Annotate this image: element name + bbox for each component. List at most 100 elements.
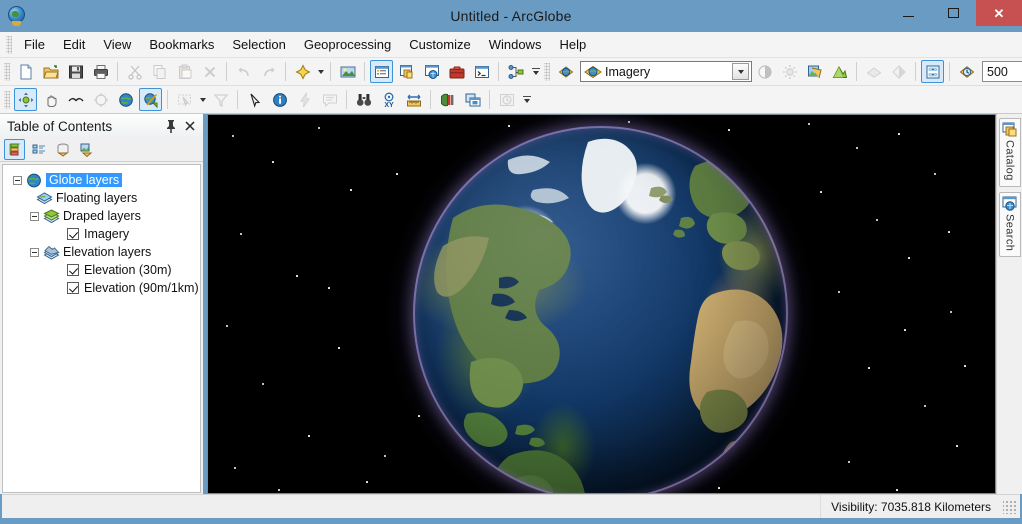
delete-button[interactable] (198, 60, 221, 83)
swipe-button[interactable] (436, 88, 459, 111)
standard-toolbar-grip[interactable] (4, 62, 10, 81)
tree-item-elevation-layers[interactable]: Elevation layers (3, 243, 200, 261)
draped-layer-button[interactable] (803, 60, 826, 83)
brightness-button[interactable] (778, 60, 801, 83)
layer-properties-button[interactable] (921, 60, 944, 83)
tree-item-imagery[interactable]: Imagery (3, 225, 200, 243)
globe-full-extent-button[interactable] (114, 88, 137, 111)
contrast-button[interactable] (753, 60, 776, 83)
target-zoom-button[interactable] (89, 88, 112, 111)
copy-button[interactable] (148, 60, 171, 83)
new-document-button[interactable] (14, 60, 37, 83)
model-builder-button[interactable] (504, 60, 527, 83)
table-of-contents-tree[interactable]: Globe layers Floating layers Draped laye… (2, 164, 201, 493)
globe-toolbar-grip[interactable] (544, 62, 550, 81)
resize-grip-icon[interactable] (1003, 499, 1017, 514)
tree-item-elevation-30m[interactable]: Elevation (30m) (3, 261, 200, 279)
collapse-expander-icon[interactable] (30, 247, 39, 257)
tree-item-globe-layers[interactable]: Globe layers (3, 171, 200, 189)
dock-tab-catalog[interactable]: Catalog (998, 118, 1021, 187)
minimize-button[interactable] (886, 0, 931, 26)
elevation-layer-button[interactable] (828, 60, 851, 83)
cache-size-stepper[interactable]: 500 (982, 61, 1022, 82)
standard-toolbar-overflow-button[interactable] (529, 60, 542, 83)
fly-button[interactable] (64, 88, 87, 111)
dock-tab-search-label: Search (1003, 213, 1016, 251)
globe-atmosphere-limb (413, 126, 788, 493)
standard-toolbar: Imagery 500 (0, 58, 1022, 86)
hyperlink-button[interactable] (293, 88, 316, 111)
list-by-visibility-button[interactable] (76, 139, 97, 160)
globe-navigate-button[interactable] (139, 88, 162, 111)
tools-toolbar-overflow-button[interactable] (520, 88, 533, 111)
menu-customize[interactable]: Customize (400, 33, 479, 57)
globe-time-button[interactable] (955, 60, 978, 83)
chevron-down-icon[interactable] (732, 63, 749, 80)
paste-button[interactable] (173, 60, 196, 83)
elevation-30m-visibility-checkbox[interactable] (67, 264, 79, 276)
layer-transparency-button[interactable] (862, 60, 885, 83)
menu-view[interactable]: View (94, 33, 140, 57)
menu-grip-handle[interactable] (6, 35, 12, 54)
svg-text:XY: XY (384, 102, 394, 108)
layer-select-combo[interactable]: Imagery (580, 61, 752, 82)
search-window-button[interactable] (420, 60, 443, 83)
collapse-expander-icon[interactable] (13, 175, 22, 185)
menu-file[interactable]: File (15, 33, 54, 57)
globe-layer-manager-button[interactable] (554, 60, 577, 83)
close-button[interactable]: ✕ (976, 0, 1022, 26)
maximize-button[interactable] (931, 0, 976, 26)
collapse-expander-icon[interactable] (30, 211, 39, 221)
select-features-button[interactable] (173, 88, 196, 111)
elevation-90m-1km-visibility-checkbox[interactable] (67, 282, 79, 294)
add-data-dropdown-arrow[interactable] (315, 60, 326, 83)
identify-button[interactable] (268, 88, 291, 111)
undo-button[interactable] (232, 60, 255, 83)
list-by-type-button[interactable] (52, 139, 73, 160)
catalog-window-button[interactable] (395, 60, 418, 83)
menu-edit[interactable]: Edit (54, 33, 94, 57)
redo-button[interactable] (257, 60, 280, 83)
save-button[interactable] (64, 60, 87, 83)
select-features-dropdown-arrow[interactable] (197, 88, 208, 111)
go-to-xy-button[interactable]: XY (377, 88, 400, 111)
find-button[interactable] (352, 88, 375, 111)
html-popup-button[interactable] (318, 88, 341, 111)
map-image-button[interactable] (336, 60, 359, 83)
add-data-button[interactable] (291, 60, 314, 83)
menu-selection[interactable]: Selection (223, 33, 294, 57)
clear-selection-button[interactable] (209, 88, 232, 111)
cache-size-value[interactable]: 500 (982, 61, 1022, 82)
menu-geoprocessing[interactable]: Geoprocessing (295, 33, 400, 57)
measure-button[interactable] (402, 88, 425, 111)
create-viewer-button[interactable] (461, 88, 484, 111)
menu-help[interactable]: Help (550, 33, 595, 57)
table-of-contents-button[interactable] (370, 60, 393, 83)
arctoolbox-button[interactable] (445, 60, 468, 83)
list-by-source-button[interactable] (28, 139, 49, 160)
earth-globe[interactable] (413, 126, 788, 493)
search-icon (1002, 196, 1018, 212)
globe-3d-view[interactable] (207, 114, 996, 494)
print-button[interactable] (89, 60, 112, 83)
navigate-button[interactable] (14, 88, 37, 111)
pin-icon[interactable] (165, 119, 177, 133)
tools-toolbar-grip[interactable] (4, 90, 10, 109)
layer-shading-button[interactable] (887, 60, 910, 83)
select-elements-button[interactable] (243, 88, 266, 111)
menu-windows[interactable]: Windows (480, 33, 551, 57)
pan-button[interactable] (39, 88, 62, 111)
list-by-drawing-order-button[interactable] (4, 139, 25, 160)
tree-item-elevation-90m-1km[interactable]: Elevation (90m/1km) (3, 279, 200, 297)
open-button[interactable] (39, 60, 62, 83)
python-window-button[interactable] (470, 60, 493, 83)
toolbar-separator (915, 62, 916, 81)
close-icon[interactable] (184, 119, 196, 133)
imagery-visibility-checkbox[interactable] (67, 228, 79, 240)
dock-tab-search[interactable]: Search (998, 191, 1021, 257)
tree-item-floating-layers[interactable]: Floating layers (3, 189, 200, 207)
tree-item-draped-layers[interactable]: Draped layers (3, 207, 200, 225)
menu-bookmarks[interactable]: Bookmarks (140, 33, 223, 57)
cut-button[interactable] (123, 60, 146, 83)
time-slider-button[interactable] (495, 88, 518, 111)
